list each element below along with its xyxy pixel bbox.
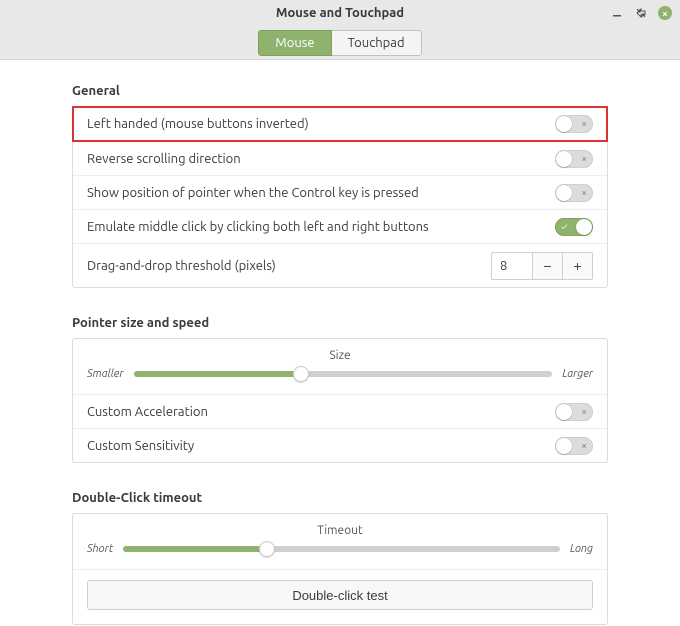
tab-bar: Mouse Touchpad [0, 26, 680, 60]
window-title: Mouse and Touchpad [276, 6, 404, 20]
label-show-pointer: Show position of pointer when the Contro… [87, 186, 419, 200]
row-custom-sensitivity: Custom Sensitivity × [73, 428, 607, 462]
toggle-knob [556, 116, 572, 132]
label-left-handed: Left handed (mouse buttons inverted) [87, 117, 309, 131]
row-pointer-size: Size Smaller Larger [73, 339, 607, 394]
label-custom-acceleration: Custom Acceleration [87, 405, 208, 419]
label-pointer-size: Size [87, 349, 593, 362]
timeout-max-label: Long [570, 543, 593, 555]
close-button[interactable]: × [658, 6, 672, 20]
toggle-knob [556, 185, 572, 201]
panel-pointer: Size Smaller Larger Custom Acceleration … [72, 338, 608, 463]
label-reverse-scrolling: Reverse scrolling direction [87, 152, 241, 166]
timeout-fill [123, 546, 267, 552]
toggle-show-pointer[interactable]: × [555, 184, 593, 202]
pointer-size-fill [134, 371, 301, 377]
label-custom-sensitivity: Custom Sensitivity [87, 439, 194, 453]
double-click-test-button[interactable]: Double-click test [87, 580, 593, 610]
label-emulate-middle-click: Emulate middle click by clicking both le… [87, 220, 429, 234]
toggle-knob [556, 438, 572, 454]
toggle-left-handed[interactable]: × [555, 115, 593, 133]
minimize-button[interactable] [610, 6, 624, 20]
close-icon: × [662, 8, 668, 19]
minimize-icon [612, 8, 622, 18]
section-title-double-click: Double-Click timeout [72, 491, 608, 505]
minus-icon: − [543, 258, 551, 274]
plus-icon: + [573, 258, 581, 274]
timeout-track[interactable] [123, 546, 560, 552]
maximize-button[interactable] [634, 6, 648, 20]
section-title-pointer: Pointer size and speed [72, 316, 608, 330]
label-dnd-threshold: Drag-and-drop threshold (pixels) [87, 259, 276, 273]
tab-group: Mouse Touchpad [258, 30, 421, 56]
row-custom-acceleration: Custom Acceleration × [73, 394, 607, 428]
dnd-threshold-value[interactable]: 8 [492, 253, 532, 279]
tab-mouse[interactable]: Mouse [258, 30, 331, 56]
tab-touchpad[interactable]: Touchpad [332, 30, 422, 56]
row-double-click-test: Double-click test [73, 569, 607, 624]
row-show-pointer: Show position of pointer when the Contro… [73, 175, 607, 209]
dnd-threshold-stepper[interactable]: 8 − + [491, 252, 593, 280]
maximize-icon [636, 8, 646, 18]
row-dnd-threshold: Drag-and-drop threshold (pixels) 8 − + [73, 243, 607, 287]
toggle-reverse-scrolling[interactable]: × [555, 150, 593, 168]
toggle-custom-sensitivity[interactable]: × [555, 437, 593, 455]
x-icon: × [581, 407, 587, 417]
row-emulate-middle-click: Emulate middle click by clicking both le… [73, 209, 607, 243]
pointer-size-min-label: Smaller [87, 368, 124, 380]
x-icon: × [581, 119, 587, 129]
row-left-handed: Left handed (mouse buttons inverted) × [73, 107, 607, 141]
pointer-size-max-label: Larger [562, 368, 593, 380]
content-area: General Left handed (mouse buttons inver… [0, 60, 680, 626]
x-icon: × [581, 154, 587, 164]
window-controls: × [610, 0, 672, 26]
label-double-click-timeout: Timeout [87, 524, 593, 537]
slider-pointer-size[interactable]: Smaller Larger [87, 368, 593, 380]
toggle-knob [556, 151, 572, 167]
toggle-emulate-middle-click[interactable]: ✓ [555, 218, 593, 236]
x-icon: × [581, 441, 587, 451]
toggle-custom-acceleration[interactable]: × [555, 403, 593, 421]
section-title-general: General [72, 84, 608, 98]
check-icon: ✓ [561, 222, 567, 231]
toggle-knob [556, 404, 572, 420]
timeout-thumb[interactable] [259, 541, 275, 557]
slider-double-click-timeout[interactable]: Short Long [87, 543, 593, 555]
pointer-size-track[interactable] [134, 371, 553, 377]
timeout-min-label: Short [87, 543, 113, 555]
toggle-knob [576, 219, 592, 235]
panel-double-click: Timeout Short Long Double-click test [72, 513, 608, 625]
row-reverse-scrolling: Reverse scrolling direction × [73, 141, 607, 175]
dnd-threshold-increment[interactable]: + [562, 253, 592, 279]
dnd-threshold-decrement[interactable]: − [532, 253, 562, 279]
row-double-click-timeout: Timeout Short Long [73, 514, 607, 569]
panel-general: Left handed (mouse buttons inverted) × R… [72, 106, 608, 288]
x-icon: × [581, 188, 587, 198]
pointer-size-thumb[interactable] [293, 366, 309, 382]
titlebar: Mouse and Touchpad × [0, 0, 680, 26]
